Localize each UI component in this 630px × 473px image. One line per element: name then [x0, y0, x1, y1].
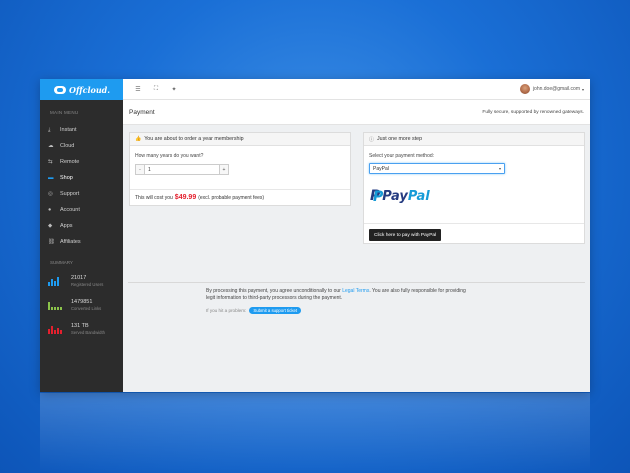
sidebar-item-cloud[interactable]: ☁ Cloud — [40, 138, 123, 154]
cost-suffix: (excl. probable payment fees) — [198, 195, 265, 201]
stat-served-bandwidth: 131 TB Served Bandwidth — [40, 317, 123, 341]
panel-divider — [364, 223, 584, 224]
payment-panel-title: Just one more step — [377, 136, 423, 142]
bar-chart-icon — [48, 325, 62, 334]
avatar — [519, 84, 530, 94]
payment-panel-header: ⓘ Just one more step — [364, 133, 584, 146]
legal-terms-link[interactable]: Legal Terms — [342, 288, 369, 294]
page-title: Payment — [129, 108, 155, 116]
sidebar-item-label: Instant — [60, 127, 77, 133]
sidebar-item-support[interactable]: ◎ Support — [40, 186, 123, 202]
bar-chart-icon — [48, 301, 62, 310]
order-panel-title: You are about to order a year membership — [144, 136, 244, 142]
stat-label: Served Bandwidth — [71, 329, 105, 335]
payment-method-select[interactable]: PayPal ▾ — [369, 163, 505, 174]
remote-icon: ⇆ — [48, 159, 53, 165]
quantity-input[interactable]: 1 — [145, 164, 219, 175]
summary-heading: SUMMARY — [50, 260, 73, 265]
sidebar-item-account[interactable]: ● Account — [40, 202, 123, 218]
sidebar-item-label: Account — [60, 207, 80, 213]
topbar: ☰ ⛶ ✦ john.doe@gmail.com ▾ — [123, 79, 590, 100]
link-icon: ⛓ — [48, 239, 55, 245]
order-panel-header: 👍 You are about to order a year membersh… — [130, 133, 350, 146]
sidebar-item-label: Cloud — [60, 143, 75, 149]
pay-with-paypal-button[interactable]: Click here to pay with PayPal — [369, 229, 442, 241]
increment-button[interactable]: + — [219, 164, 229, 175]
price: $49.99 — [174, 194, 197, 201]
expand-icon[interactable]: ⛶ — [147, 86, 165, 93]
sidebar-item-instant[interactable]: ⤓ Instant — [40, 122, 123, 138]
stat-label: Converted Links — [71, 305, 102, 311]
secure-note: Fully secure, supported by renowned gate… — [482, 109, 584, 115]
screen-reflection — [40, 393, 590, 473]
user-email: john.doe@gmail.com — [532, 86, 580, 92]
chevron-down-icon: ▾ — [498, 166, 501, 171]
sidebar-item-label: Shop — [60, 175, 73, 181]
cart-icon: ▬ — [48, 175, 54, 181]
cloud-icon: ☁ — [48, 143, 54, 149]
stat-value: 21017 — [71, 274, 87, 281]
user-icon: ● — [48, 207, 52, 213]
sidebar-item-label: Apps — [60, 223, 73, 229]
cost-summary: This will cost you $49.99 (excl. probabl… — [130, 189, 350, 205]
sidebar-item-label: Remote — [60, 159, 80, 165]
support-icon: ◎ — [48, 191, 53, 197]
paypal-wordmark: PayPal — [382, 188, 430, 204]
main-content: Payment Fully secure, supported by renow… — [123, 100, 590, 392]
info-icon: ⓘ — [369, 136, 375, 143]
logo[interactable]: Offcloud. — [40, 79, 123, 100]
order-panel: 👍 You are about to order a year membersh… — [129, 132, 351, 206]
user-menu[interactable]: john.doe@gmail.com ▾ — [519, 84, 584, 94]
stat-value: 1479851 — [71, 298, 93, 305]
logo-text: Offcloud. — [69, 84, 111, 95]
stat-registered-users: 21017 Registered Users — [40, 269, 123, 293]
payment-panel: ⓘ Just one more step Select your payment… — [363, 132, 585, 244]
selected-method: PayPal — [373, 165, 389, 172]
legal-notice: By processing this payment, you agree un… — [206, 288, 476, 301]
support-row: If you hit a problem: Submit a support t… — [206, 307, 302, 314]
sidebar-item-remote[interactable]: ⇆ Remote — [40, 154, 123, 170]
twitter-icon[interactable]: ✦ — [165, 86, 183, 93]
quantity-stepper: - 1 + — [135, 164, 229, 175]
cost-prefix: This will cost you — [135, 195, 173, 201]
cloud-logo-icon — [54, 85, 66, 94]
app-window: Offcloud. MAIN MENU ⤓ Instant ☁ Cloud ⇆ … — [40, 79, 590, 392]
payment-method-label: Select your payment method: — [369, 153, 435, 159]
thumbs-up-icon: 👍 — [135, 136, 142, 142]
sidebar-item-shop[interactable]: ▬ Shop — [40, 170, 123, 186]
stat-converted-links: 1479851 Converted Links — [40, 293, 123, 317]
main-menu-heading: MAIN MENU — [50, 110, 79, 115]
sidebar-item-affiliates[interactable]: ⛓ Affiliates — [40, 234, 123, 250]
bar-chart-icon — [48, 276, 62, 286]
menu-icon[interactable]: ☰ — [129, 86, 147, 93]
paypal-logo: PP PayPal — [370, 188, 430, 205]
submit-ticket-button[interactable]: Submit a support ticket — [249, 307, 302, 314]
download-icon: ⤓ — [48, 126, 51, 133]
decrement-button[interactable]: - — [135, 164, 145, 175]
years-question: How many years do you want? — [135, 153, 204, 159]
sidebar-item-apps[interactable]: ◆ Apps — [40, 218, 123, 234]
chevron-down-icon: ▾ — [581, 86, 584, 92]
content-divider — [128, 282, 585, 283]
page-header: Payment Fully secure, supported by renow… — [123, 100, 590, 125]
sidebar-item-label: Affiliates — [60, 239, 81, 245]
sidebar-item-label: Support — [60, 191, 80, 197]
apps-icon: ◆ — [48, 223, 53, 229]
terms-pre: By processing this payment, you agree un… — [206, 288, 341, 294]
stat-value: 131 TB — [71, 322, 89, 329]
stat-label: Registered Users — [71, 281, 104, 287]
paypal-icon: PP — [370, 188, 384, 205]
sidebar: Offcloud. MAIN MENU ⤓ Instant ☁ Cloud ⇆ … — [40, 79, 123, 392]
problem-text: If you hit a problem: — [206, 308, 247, 313]
